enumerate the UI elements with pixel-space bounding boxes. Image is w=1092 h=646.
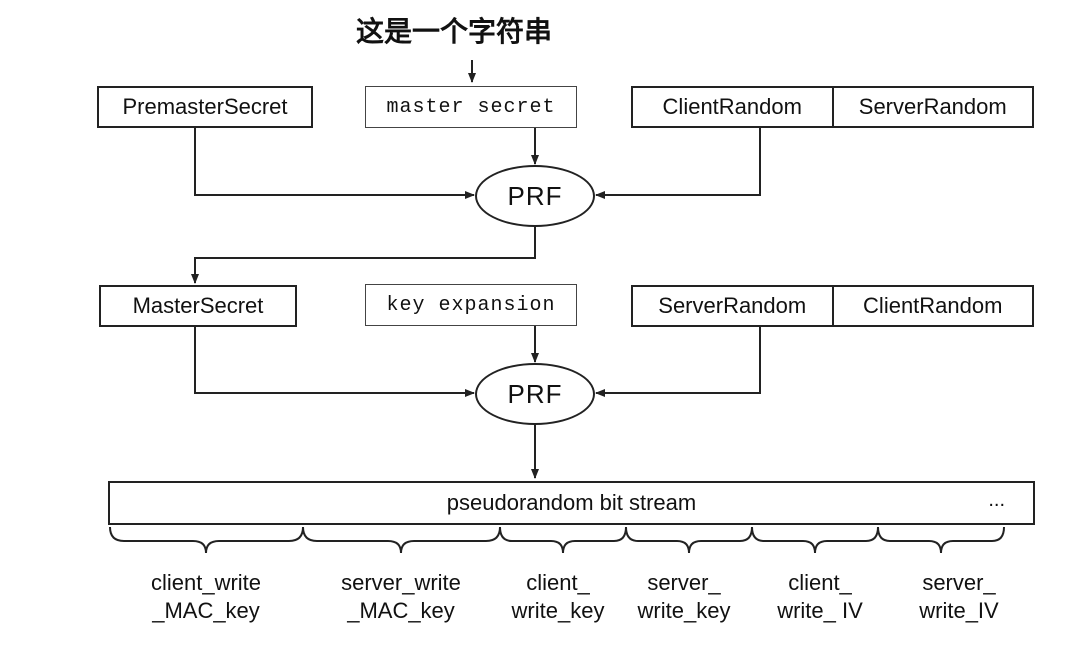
segment-client-write-key: client_ write_key [511,570,605,623]
master-secret-box: MasterSecret [99,285,297,327]
client-random-cell: ClientRandom [831,287,1033,325]
brace-client-write-key [499,526,627,554]
key-expansion-label-box: key expansion [365,284,577,326]
randoms-pair-box-2: ServerRandom ClientRandom [631,285,1034,327]
segment-server-write-iv: server_ write_IV [919,570,999,623]
segment-client-write-iv: client_ write_ IV [777,570,863,623]
client-random-cell: ClientRandom [662,94,802,119]
prf-ellipse-bottom: PRF [475,363,595,425]
segment-server-write-key: server_ write_key [637,570,731,623]
stream-ellipsis: ... [988,489,1005,511]
stream-label: pseudorandom bit stream [446,490,697,515]
segment-client-write-mac-key: client_write _MAC_key [150,570,262,623]
annotation-caption: 这是一个字符串 [356,15,553,48]
segment-server-write-mac-key: server_write _MAC_key [341,570,461,623]
mastersecret-to-prf-arrow [194,327,475,397]
pseudorandom-bit-stream-box: pseudorandom bit stream ... [108,481,1035,525]
diagram: 这是一个字符串 PremasterSecret master secret Cl… [0,0,1092,646]
brace-client-write-iv [751,526,879,554]
premaster-secret-box: PremasterSecret [97,86,313,128]
prf-to-mastersecret-arrow [191,227,536,284]
server-random-cell: ServerRandom [831,88,1033,126]
brace-client-write-mac-key [109,526,304,554]
randoms-to-prf-arrow [595,127,761,199]
brace-server-write-iv [877,526,1005,554]
prf-ellipse-top: PRF [475,165,595,227]
brace-server-write-mac-key [302,526,501,554]
brace-server-write-key [625,526,753,554]
master-secret-label-box: master secret [365,86,577,128]
randoms-pair-box-1: ClientRandom ServerRandom [631,86,1034,128]
premaster-to-prf-arrow [194,127,475,199]
randoms2-to-prf-arrow [595,327,761,397]
server-random-cell: ServerRandom [658,293,807,318]
